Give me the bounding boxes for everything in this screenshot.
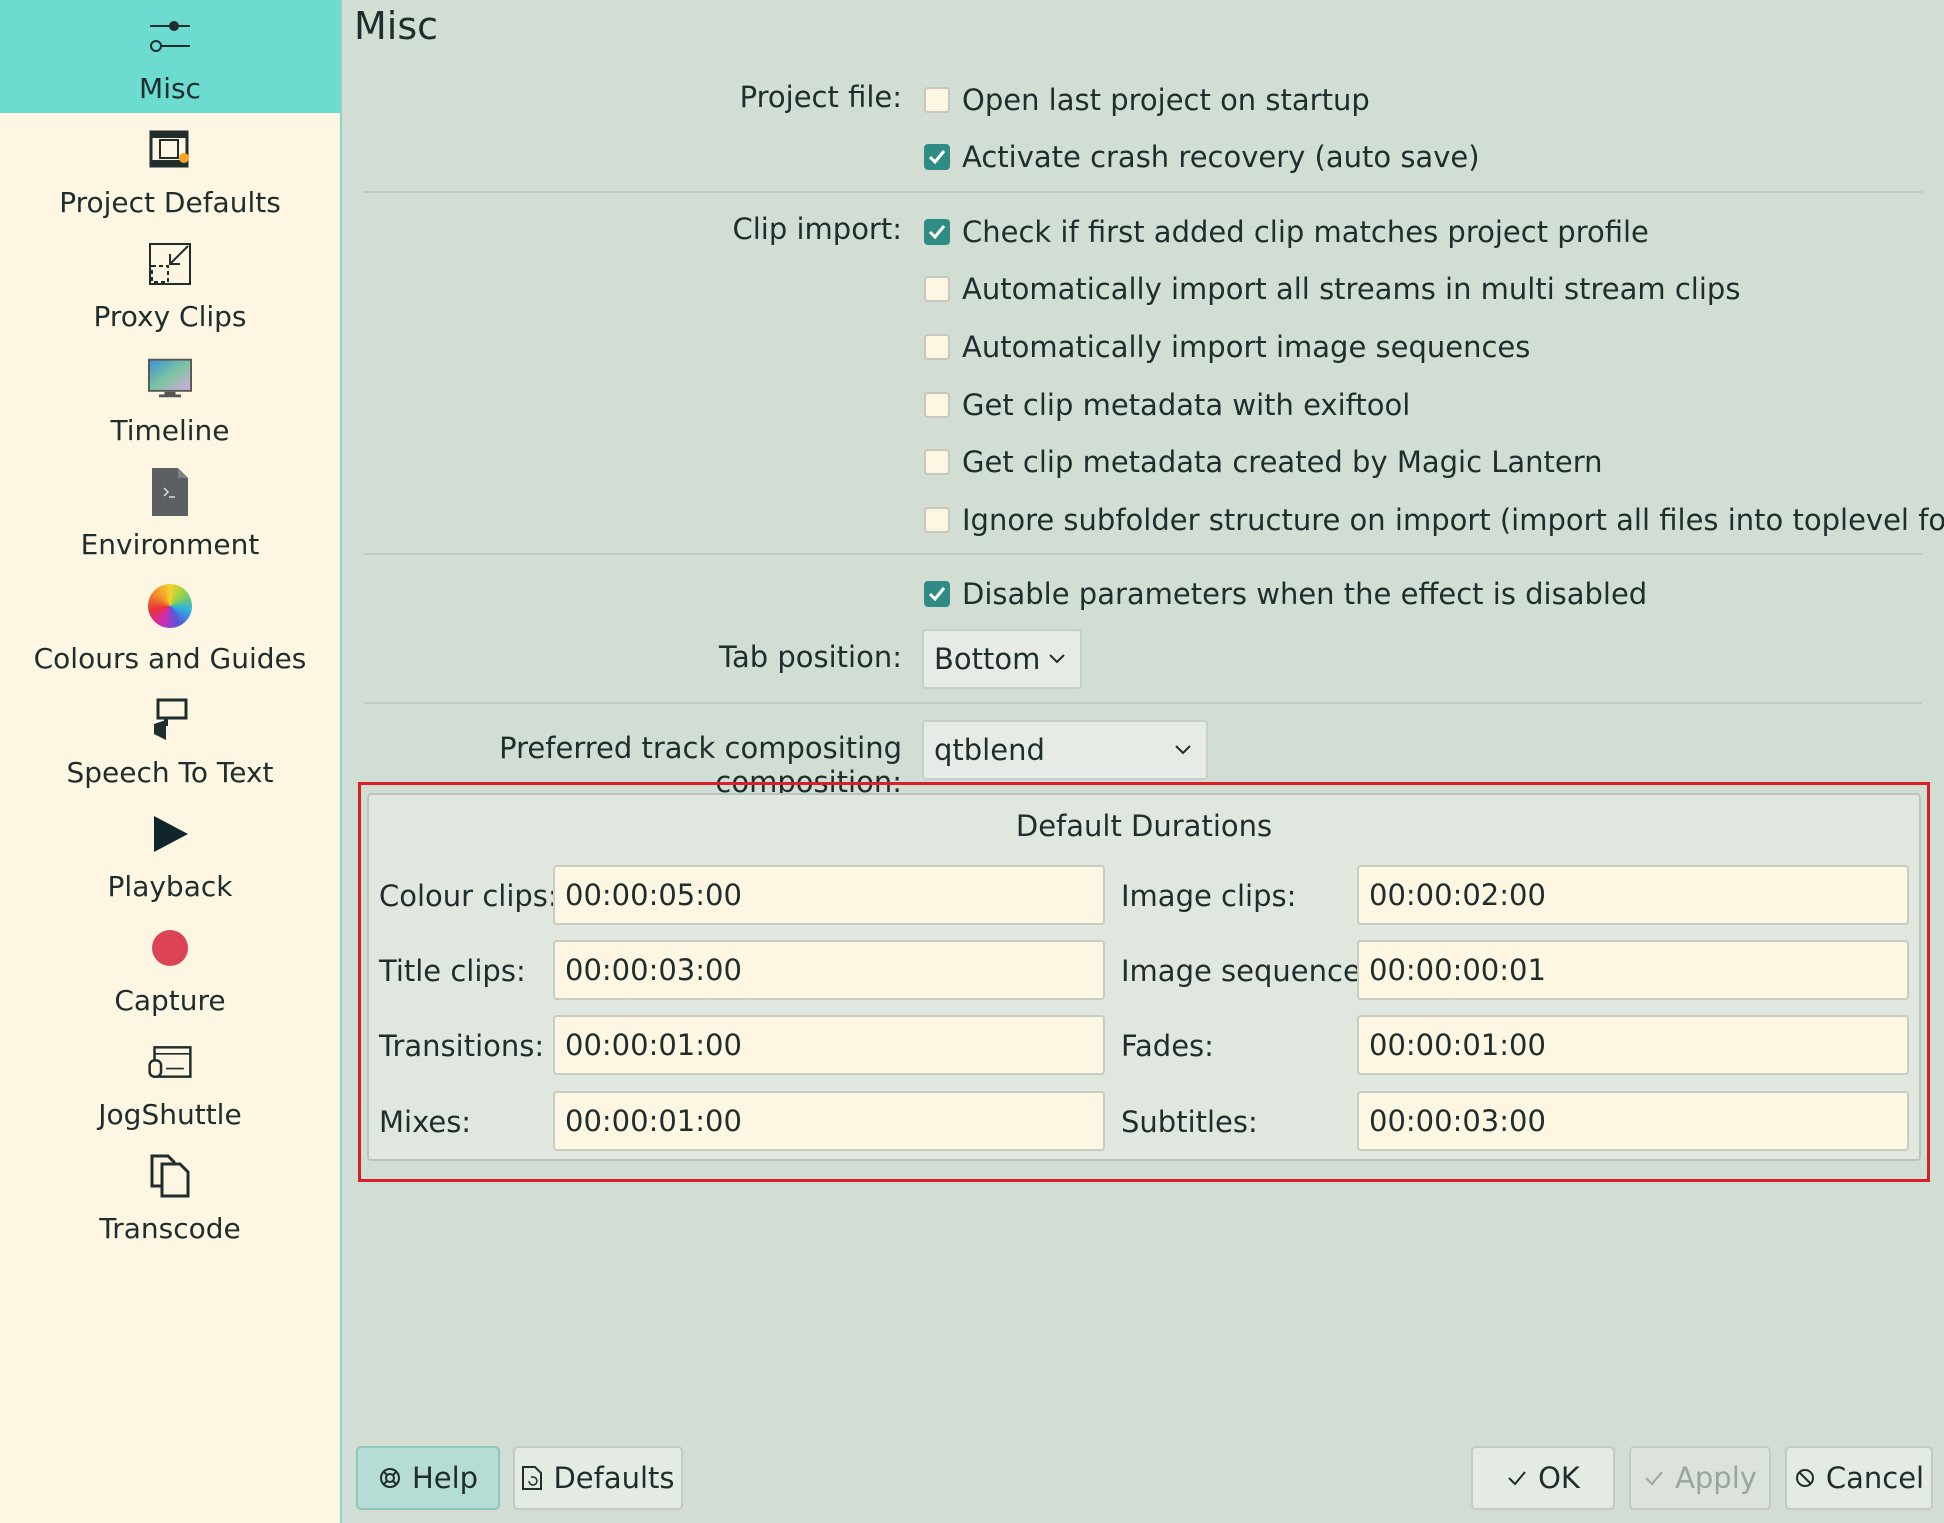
crash-recovery-checkbox[interactable]: Activate crash recovery (auto save) bbox=[924, 137, 1480, 177]
checkbox-label: Automatically import all streams in mult… bbox=[962, 272, 1741, 306]
chevron-down-icon bbox=[1049, 654, 1065, 664]
color-wheel-icon bbox=[148, 584, 192, 628]
help-button[interactable]: Help bbox=[356, 1446, 500, 1510]
select-value: Bottom bbox=[934, 642, 1041, 676]
sidebar-item-capture[interactable]: Capture bbox=[0, 912, 340, 1025]
sidebar-item-label: Timeline bbox=[110, 414, 230, 447]
sidebar-item-jogshuttle[interactable]: JogShuttle bbox=[0, 1026, 340, 1139]
tab-position-label: Tab position: bbox=[719, 640, 902, 674]
highlight-box bbox=[358, 782, 1930, 1182]
separator bbox=[364, 702, 1922, 704]
checkbox-label: Open last project on startup bbox=[962, 83, 1370, 117]
disable-parameters-checkbox[interactable]: Disable parameters when the effect is di… bbox=[924, 574, 1647, 614]
checkbox-box[interactable] bbox=[924, 449, 950, 475]
sidebar-item-label: Proxy Clips bbox=[93, 300, 247, 333]
page-title: Misc bbox=[354, 4, 439, 48]
monitor-icon bbox=[148, 356, 192, 400]
sidebar-item-label: Environment bbox=[80, 528, 260, 561]
checkbox-box[interactable] bbox=[924, 219, 950, 245]
play-icon bbox=[148, 812, 192, 856]
clip-import-label: Clip import: bbox=[732, 212, 902, 246]
sidebar-item-label: Misc bbox=[139, 72, 201, 105]
defaults-button[interactable]: Defaults bbox=[513, 1446, 683, 1510]
sidebar-item-environment[interactable]: Environment bbox=[0, 456, 340, 569]
record-icon bbox=[148, 926, 192, 970]
checkbox-box[interactable] bbox=[924, 276, 950, 302]
compositing-select[interactable]: qtblend bbox=[922, 720, 1208, 780]
sidebar-item-transcode[interactable]: Transcode bbox=[0, 1140, 340, 1253]
button-label: Help bbox=[411, 1461, 479, 1495]
checkbox-label: Disable parameters when the effect is di… bbox=[962, 577, 1648, 611]
separator bbox=[364, 191, 1922, 193]
checkbox-label: Automatically import image sequences bbox=[962, 330, 1531, 364]
sidebar-item-proxy-clips[interactable]: Proxy Clips bbox=[0, 228, 340, 341]
button-label: Defaults bbox=[553, 1461, 675, 1495]
checkbox-box[interactable] bbox=[924, 507, 950, 533]
check-clip-profile-checkbox[interactable]: Check if first added clip matches projec… bbox=[924, 212, 1649, 252]
sidebar: Misc Project Defaults Proxy Clips Timeli… bbox=[0, 0, 342, 1523]
sidebar-item-label: Capture bbox=[114, 984, 226, 1017]
cancel-icon bbox=[1795, 1469, 1814, 1487]
checkmark-icon bbox=[928, 587, 946, 602]
ignore-subfolder-checkbox[interactable]: Ignore subfolder structure on import (im… bbox=[924, 500, 1944, 540]
checkbox-box[interactable] bbox=[924, 144, 950, 170]
sidebar-item-colours-and-guides[interactable]: Colours and Guides bbox=[0, 570, 340, 683]
sidebar-item-misc[interactable]: Misc bbox=[0, 0, 340, 113]
select-value: qtblend bbox=[934, 733, 1045, 767]
transcode-icon bbox=[148, 1154, 192, 1198]
sidebar-item-project-defaults[interactable]: Project Defaults bbox=[0, 114, 340, 227]
sliders-icon bbox=[148, 14, 192, 58]
terminal-file-icon bbox=[148, 468, 192, 516]
proxy-icon bbox=[148, 242, 192, 286]
button-label: OK bbox=[1538, 1461, 1580, 1495]
check-icon bbox=[1508, 1471, 1526, 1486]
document-revert-icon bbox=[522, 1466, 543, 1490]
film-icon bbox=[148, 128, 192, 172]
cancel-button[interactable]: Cancel bbox=[1785, 1446, 1933, 1510]
checkbox-box[interactable] bbox=[924, 581, 950, 607]
checkbox-label: Get clip metadata created by Magic Lante… bbox=[962, 445, 1603, 479]
checkbox-label: Activate crash recovery (auto save) bbox=[962, 140, 1480, 174]
sidebar-item-label: Transcode bbox=[99, 1212, 241, 1245]
separator bbox=[364, 553, 1922, 555]
checkmark-icon bbox=[928, 225, 946, 240]
import-image-sequences-checkbox[interactable]: Automatically import image sequences bbox=[924, 327, 1530, 367]
checkbox-box[interactable] bbox=[924, 392, 950, 418]
exiftool-metadata-checkbox[interactable]: Get clip metadata with exiftool bbox=[924, 385, 1410, 425]
sidebar-item-timeline[interactable]: Timeline bbox=[0, 342, 340, 455]
checkbox-label: Ignore subfolder structure on import (im… bbox=[962, 503, 1944, 537]
speech-icon bbox=[148, 698, 192, 742]
checkbox-box[interactable] bbox=[924, 87, 950, 113]
open-last-project-checkbox[interactable]: Open last project on startup bbox=[924, 80, 1370, 120]
magic-lantern-metadata-checkbox[interactable]: Get clip metadata created by Magic Lante… bbox=[924, 442, 1603, 482]
button-label: Cancel bbox=[1825, 1461, 1925, 1495]
sidebar-item-speech-to-text[interactable]: Speech To Text bbox=[0, 684, 340, 797]
ok-button[interactable]: OK bbox=[1471, 1446, 1615, 1510]
apply-button[interactable]: Apply bbox=[1629, 1446, 1771, 1510]
button-label: Apply bbox=[1675, 1461, 1757, 1495]
settings-page: Misc Project file: Open last project on … bbox=[342, 0, 1944, 1523]
checkbox-label: Get clip metadata with exiftool bbox=[962, 388, 1411, 422]
sidebar-item-label: Playback bbox=[107, 870, 233, 903]
sidebar-item-playback[interactable]: Playback bbox=[0, 798, 340, 911]
checkmark-icon bbox=[928, 150, 946, 165]
check-icon bbox=[1645, 1471, 1663, 1486]
sidebar-item-label: Colours and Guides bbox=[33, 642, 307, 675]
jogshuttle-icon bbox=[148, 1040, 192, 1084]
checkbox-box[interactable] bbox=[924, 334, 950, 360]
tab-position-select[interactable]: Bottom bbox=[922, 629, 1082, 689]
import-all-streams-checkbox[interactable]: Automatically import all streams in mult… bbox=[924, 269, 1740, 309]
sidebar-item-label: JogShuttle bbox=[98, 1098, 242, 1131]
checkbox-label: Check if first added clip matches projec… bbox=[962, 215, 1649, 249]
chevron-down-icon bbox=[1175, 745, 1191, 755]
help-icon bbox=[379, 1468, 400, 1488]
sidebar-item-label: Speech To Text bbox=[66, 756, 274, 789]
project-file-label: Project file: bbox=[739, 80, 902, 114]
sidebar-item-label: Project Defaults bbox=[59, 186, 281, 219]
